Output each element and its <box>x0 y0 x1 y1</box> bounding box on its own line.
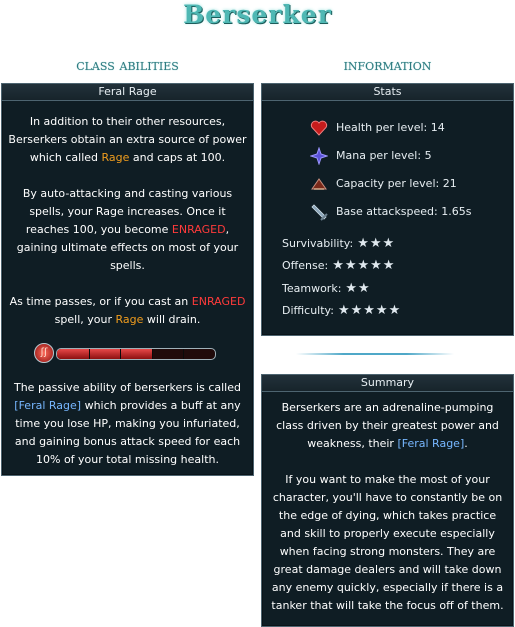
feral-rage-paragraph-1: In addition to their other resources, Be… <box>8 113 247 167</box>
rating-survivability: Survivability: ★★★ <box>282 235 395 253</box>
summary-panel: Summary Berserkers are an adrenaline-pum… <box>261 374 514 627</box>
rating-stars: ★★★★★ <box>332 258 396 273</box>
stats-panel-title: Stats <box>262 84 513 101</box>
stat-capacity-text: Capacity per level: 21 <box>336 174 457 194</box>
section-divider <box>296 353 454 355</box>
stat-value: 21 <box>442 177 457 190</box>
stat-value: 5 <box>424 149 432 162</box>
stat-attackspeed-text: Base attackspeed: 1.65s <box>336 202 471 222</box>
rating-stars: ★★★★★ <box>337 303 402 318</box>
feral-rage-panel: Feral Rage In addition to their other re… <box>1 83 254 476</box>
rage-claw-icon: ʃʃ <box>34 343 54 363</box>
summary-paragraph-2: If you want to make the most of your cha… <box>271 473 504 612</box>
rage-segment-divider <box>152 349 153 359</box>
text-span: spell, your <box>54 313 116 326</box>
summary-text: Berserkers are an adrenaline-pumping cla… <box>268 399 507 615</box>
stat-value: 14 <box>430 121 445 134</box>
rating-label: Survivability: <box>282 237 354 250</box>
heart-icon <box>310 120 328 136</box>
class-abilities-heading: class abilities <box>76 56 179 74</box>
rating-difficulty: Difficulty: ★★★★★ <box>282 302 401 320</box>
rage-fill <box>57 349 152 359</box>
stat-label: Mana per level: <box>336 149 422 162</box>
information-heading: information <box>343 56 432 74</box>
page-title: Berserker <box>183 0 332 29</box>
mana-icon <box>310 147 328 165</box>
rating-stars: ★★★ <box>357 236 396 251</box>
enraged-keyword: ENRAGED <box>191 295 246 308</box>
feral-rage-text-bottom: The passive ability of berserkers is cal… <box>8 379 247 469</box>
capacity-icon <box>311 178 327 190</box>
rage-segment-divider <box>89 349 90 359</box>
rating-offense: Offense: ★★★★★ <box>282 257 395 275</box>
rage-keyword: Rage <box>101 151 130 164</box>
stat-mana-text: Mana per level: 5 <box>336 146 432 166</box>
stat-health-text: Health per level: 14 <box>336 118 445 138</box>
summary-panel-title: Summary <box>262 375 513 392</box>
rating-label: Difficulty: <box>282 304 334 317</box>
feral-rage-paragraph-4: The passive ability of berserkers is cal… <box>8 379 247 469</box>
rage-keyword: Rage <box>115 313 144 326</box>
rage-bar: ʃʃ <box>34 343 216 363</box>
feral-rage-paragraph-3: As time passes, or if you cast an ENRAGE… <box>8 293 247 329</box>
rage-track <box>56 348 216 360</box>
text-span: . <box>464 437 468 450</box>
feral-rage-paragraph-2: By auto-attacking and casting various sp… <box>8 185 247 275</box>
stat-label: Base attackspeed: <box>336 205 438 218</box>
summary-paragraph-1: Berserkers are an adrenaline-pumping cla… <box>268 399 507 453</box>
rating-stars: ★★ <box>345 281 371 296</box>
rage-segment-divider <box>120 349 121 359</box>
sword-icon <box>311 204 328 221</box>
stat-label: Health per level: <box>336 121 428 134</box>
text-span: The passive ability of berserkers is cal… <box>13 381 241 394</box>
text-span: will drain. <box>143 313 201 326</box>
rating-label: Teamwork: <box>282 282 342 295</box>
text-span: As time passes, or if you cast an <box>9 295 192 308</box>
feral-rage-panel-title: Feral Rage <box>2 84 253 101</box>
stat-value: 1.65s <box>441 205 472 218</box>
rage-segment-divider <box>183 349 184 359</box>
rating-teamwork: Teamwork: ★★ <box>282 280 371 298</box>
stat-label: Capacity per level: <box>336 177 440 190</box>
stats-panel: Stats Health per level: 14 Mana per leve… <box>261 83 514 336</box>
feral-rage-link[interactable]: [Feral Rage] <box>14 399 81 412</box>
rating-label: Offense: <box>282 259 329 272</box>
feral-rage-text-top: In addition to their other resources, Be… <box>8 113 247 329</box>
text-span: and caps at 100. <box>129 151 226 164</box>
enraged-keyword: ENRAGED <box>171 223 226 236</box>
feral-rage-link[interactable]: [Feral Rage] <box>397 437 464 450</box>
